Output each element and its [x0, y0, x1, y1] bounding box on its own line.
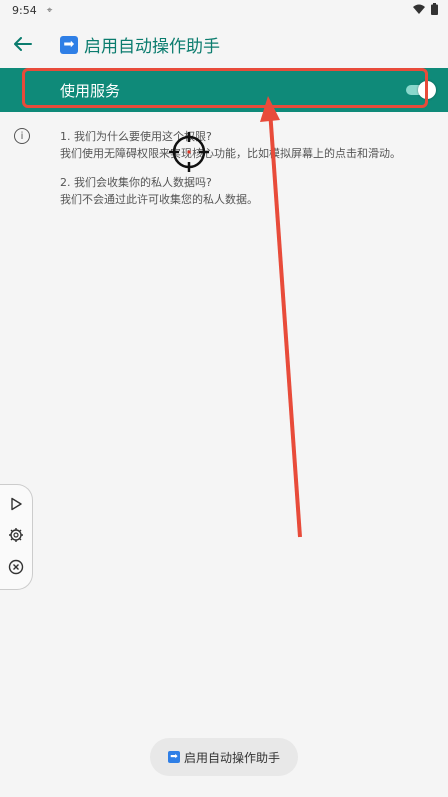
page-title-text: 启用自动操作助手: [84, 37, 220, 57]
use-service-toggle[interactable]: [404, 81, 436, 99]
enable-assistant-label: 启用自动操作助手: [183, 750, 280, 765]
status-time: 9:54: [12, 3, 37, 17]
toggle-knob: [418, 81, 436, 99]
faq-text: 1. 我们为什么要使用这个权限? 我们使用无障碍权限来实现核心功能，比如模拟屏幕…: [60, 128, 440, 208]
play-button[interactable]: [6, 494, 26, 514]
battery-icon: [431, 3, 438, 15]
close-icon: [8, 559, 24, 575]
wifi-icon: [413, 4, 425, 14]
settings-button[interactable]: [6, 525, 26, 545]
enable-assistant-button[interactable]: ➡ 启用自动操作助手: [150, 738, 298, 776]
play-icon: [11, 497, 22, 511]
arrow-right-icon: ➡: [60, 35, 78, 54]
back-button[interactable]: [8, 30, 38, 58]
info-icon: i: [14, 128, 30, 144]
floating-control-panel: [0, 484, 33, 590]
close-button[interactable]: [6, 557, 26, 577]
faq-answer-2: 我们不会通过此许可收集您的私人数据。: [60, 193, 258, 206]
use-service-label: 使用服务: [60, 82, 121, 100]
back-arrow-icon: [14, 37, 32, 51]
gear-icon: [9, 528, 23, 542]
status-bar: 9:54 ⌖: [0, 0, 448, 20]
status-icons: [413, 3, 438, 15]
use-service-row[interactable]: 使用服务: [0, 68, 448, 112]
page-title: ➡ 启用自动操作助手: [60, 32, 220, 57]
status-indicator-icon: ⌖: [46, 4, 53, 16]
app-bar: ➡ 启用自动操作助手: [0, 20, 448, 68]
faq-question-2: 2. 我们会收集你的私人数据吗?: [60, 176, 212, 189]
faq-answer-1: 我们使用无障碍权限来实现核心功能，比如模拟屏幕上的点击和滑动。: [60, 147, 401, 160]
arrow-right-icon: ➡: [167, 751, 180, 763]
faq-question-1: 1. 我们为什么要使用这个权限?: [60, 130, 212, 143]
annotation-overlay: [169, 96, 302, 538]
